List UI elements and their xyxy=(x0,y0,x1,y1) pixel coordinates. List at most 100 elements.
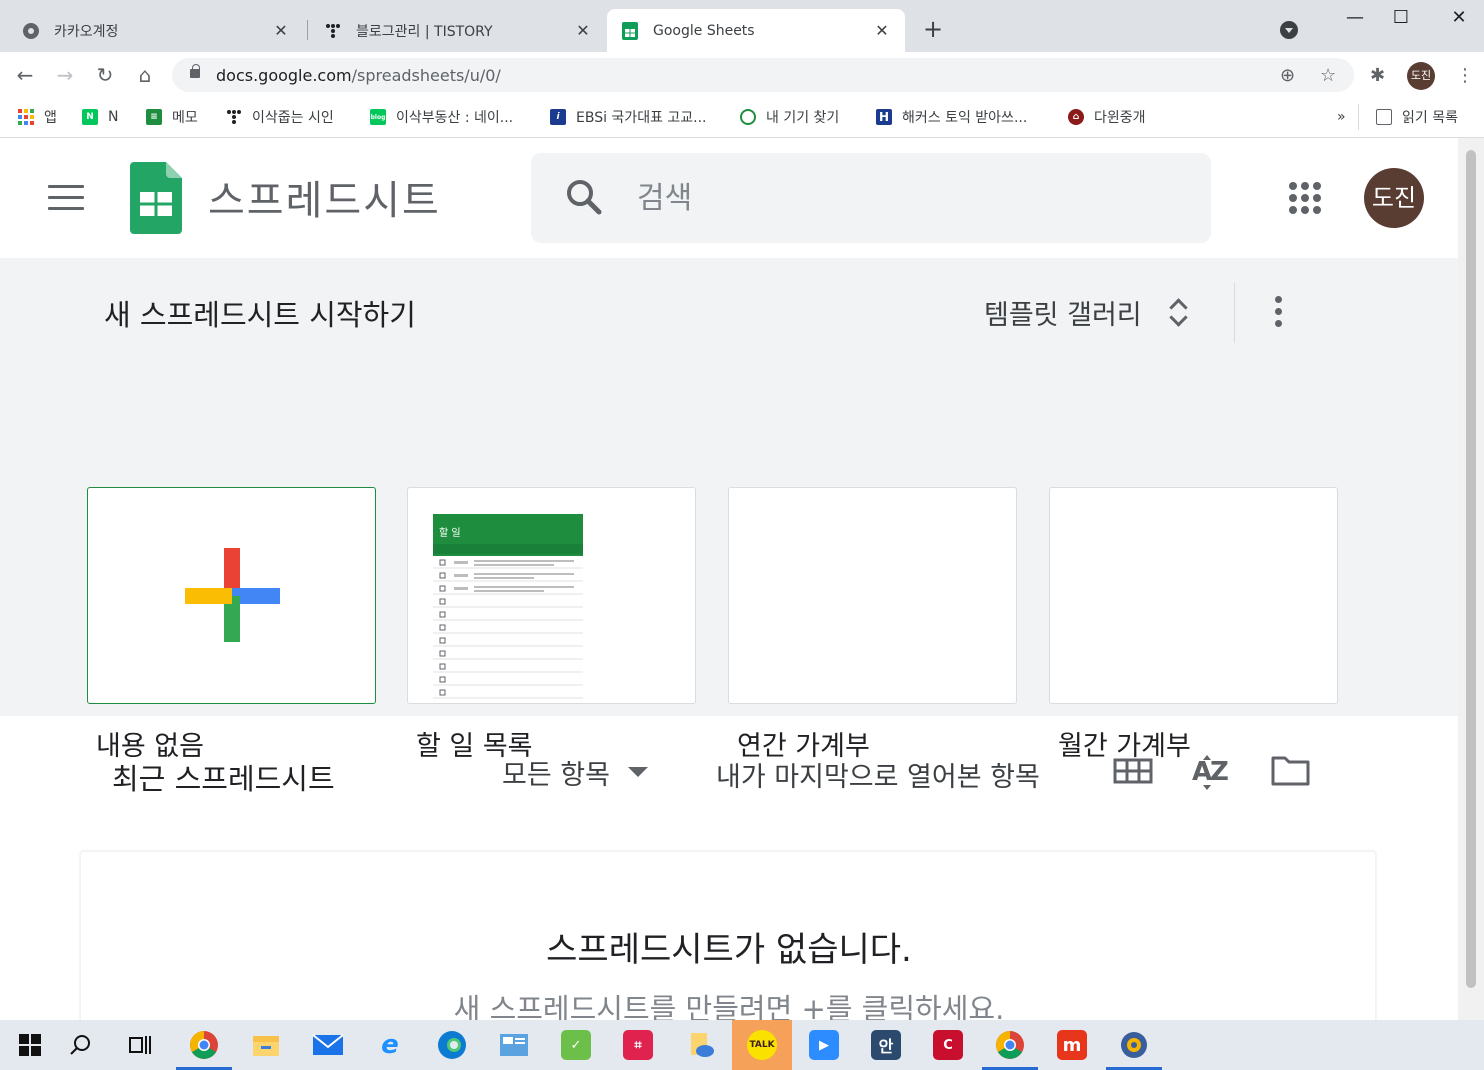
taskbar-hangul[interactable]: 안 xyxy=(856,1020,916,1070)
bookmark-darwin[interactable]: ⌂ 다윈중개 xyxy=(1068,106,1146,128)
taskbar-file-explorer[interactable] xyxy=(236,1020,296,1070)
zoom-icon: ▶ xyxy=(809,1030,839,1060)
back-button[interactable]: ← xyxy=(10,60,40,90)
taskbar-kakaotalk[interactable]: TALK xyxy=(732,1020,792,1070)
taskbar-search-button[interactable] xyxy=(50,1020,110,1070)
close-icon[interactable]: ✕ xyxy=(574,21,592,40)
taskbar-control-panel[interactable] xyxy=(484,1020,544,1070)
bookmark-apps[interactable]: 앱 xyxy=(18,106,57,128)
minimize-button[interactable]: — xyxy=(1332,4,1378,32)
bookmark-star-icon[interactable]: ☆ xyxy=(1320,65,1336,86)
bookmark-label: EBSi 국가대표 고교... xyxy=(576,110,707,126)
naver-icon: N xyxy=(82,109,98,125)
kakao-icon xyxy=(22,22,40,40)
taskbar-chrome-2[interactable] xyxy=(980,1020,1040,1070)
template-gallery-button[interactable]: 템플릿 갤러리 xyxy=(984,292,1188,332)
tab-kakao[interactable]: 카카오계정 ✕ xyxy=(8,9,304,52)
close-icon[interactable]: ✕ xyxy=(873,21,891,40)
more-options-icon[interactable] xyxy=(1272,296,1284,330)
forward-button[interactable]: → xyxy=(50,60,80,90)
zoom-icon[interactable]: ⊕ xyxy=(1280,65,1295,86)
taskbar-zoom[interactable]: ▶ xyxy=(794,1020,854,1070)
bookmark-label: N xyxy=(108,109,119,125)
bookmark-blog[interactable]: blog 이삭부동산 : 네이... xyxy=(370,106,513,128)
taskbar-green-app[interactable]: ✓ xyxy=(546,1020,606,1070)
main-menu-icon[interactable] xyxy=(48,185,84,211)
sheets-icon xyxy=(621,21,639,40)
bookmark-naver[interactable]: N N xyxy=(82,106,118,128)
lock-icon xyxy=(190,64,200,78)
crop-tool-icon: ⌗ xyxy=(623,1030,653,1060)
taskbar-edge[interactable] xyxy=(422,1020,482,1070)
template-todo-list[interactable]: 할 일 xyxy=(407,487,696,704)
darwin-icon: ⌂ xyxy=(1068,109,1084,125)
tab-tistory[interactable]: 블로그관리 | TISTORY ✕ xyxy=(310,9,606,52)
extensions-icon[interactable]: ✱ xyxy=(1370,65,1385,86)
red-app-icon: C xyxy=(933,1030,963,1060)
browser-menu-icon[interactable]: ⋮ xyxy=(1456,65,1474,86)
bookmark-hackers[interactable]: H 해커스 토익 받아쓰... xyxy=(876,106,1027,128)
search-input[interactable] xyxy=(637,153,1177,243)
account-avatar[interactable]: 도진 xyxy=(1364,168,1424,228)
maximize-button[interactable]: ☐ xyxy=(1378,4,1424,32)
search-icon[interactable] xyxy=(565,178,605,218)
bookmark-label: 이삭줍는 시인 xyxy=(252,110,334,126)
tab-title: Google Sheets xyxy=(653,22,755,39)
new-tab-button[interactable]: + xyxy=(918,15,948,45)
taskbar-internet-explorer[interactable]: e xyxy=(360,1020,420,1070)
bookmarks-divider xyxy=(1358,104,1359,130)
bookmark-find-device[interactable]: 내 기기 찾기 xyxy=(740,106,839,128)
sort-order-button[interactable]: 내가 마지막으로 열어본 항목 xyxy=(716,755,1040,794)
owner-filter-dropdown[interactable]: 모든 항목 xyxy=(502,752,648,792)
bookmark-memo[interactable]: ≡ 메모 xyxy=(146,106,198,128)
bookmark-label: 해커스 토익 받아쓰... xyxy=(902,110,1028,126)
bookmark-label: 앱 xyxy=(44,110,57,126)
reading-list-icon xyxy=(1376,109,1392,125)
search-box[interactable] xyxy=(531,153,1211,243)
tab-search-icon[interactable] xyxy=(1280,21,1298,39)
profile-avatar[interactable]: 도진 xyxy=(1407,62,1435,90)
grid-view-icon[interactable] xyxy=(1112,752,1154,788)
dropdown-arrow-icon xyxy=(627,767,648,777)
taskbar-crop-tool[interactable]: ⌗ xyxy=(608,1020,668,1070)
taskbar-mail[interactable] xyxy=(298,1020,358,1070)
reload-button[interactable]: ↻ xyxy=(90,60,120,90)
folder-cloud-icon xyxy=(691,1033,714,1057)
tistory-icon xyxy=(324,22,342,40)
sort-az-icon[interactable]: A Z xyxy=(1192,752,1232,792)
blog-icon: blog xyxy=(370,109,386,125)
home-button[interactable]: ⌂ xyxy=(130,60,160,90)
close-window-button[interactable]: ✕ xyxy=(1436,4,1482,32)
start-icon xyxy=(19,1034,41,1056)
reading-list-label: 읽기 목록 xyxy=(1402,110,1458,126)
close-icon[interactable]: ✕ xyxy=(272,21,290,40)
address-bar[interactable]: docs.google.com/spreadsheets/u/0/ ⊕ ☆ xyxy=(172,58,1354,92)
bookmark-tistory[interactable]: 이삭줍는 시인 xyxy=(226,106,334,128)
url-text: docs.google.com/spreadsheets/u/0/ xyxy=(216,66,501,85)
folder-icon[interactable] xyxy=(1270,752,1312,788)
template-blank[interactable] xyxy=(87,487,376,704)
bookmark-ebsi[interactable]: i EBSi 국가대표 고교... xyxy=(550,106,707,128)
page-scrollbar[interactable] xyxy=(1458,138,1484,1020)
sheets-logo-icon xyxy=(130,162,182,234)
bookmarks-overflow-button[interactable]: » xyxy=(1337,106,1346,128)
taskbar-red-app[interactable]: C xyxy=(918,1020,978,1070)
google-apps-icon[interactable] xyxy=(1289,182,1321,214)
task-view-button[interactable] xyxy=(110,1020,170,1070)
todo-thumb-header: 할 일 xyxy=(439,527,461,539)
taskbar-folder-cloud[interactable] xyxy=(670,1020,730,1070)
tistory-icon xyxy=(226,109,242,125)
tab-google-sheets[interactable]: Google Sheets ✕ xyxy=(607,9,905,52)
taskbar-m-app[interactable]: m xyxy=(1042,1020,1102,1070)
taskbar-media-app[interactable] xyxy=(1104,1020,1164,1070)
edge-icon xyxy=(438,1031,466,1059)
memo-icon: ≡ xyxy=(146,109,162,125)
chrome-icon-2 xyxy=(996,1031,1024,1059)
template-monthly-budget[interactable] xyxy=(1049,487,1338,704)
m-app-icon: m xyxy=(1057,1030,1087,1060)
scrollbar-thumb[interactable] xyxy=(1466,150,1476,988)
empty-state: 스프레드시트가 없습니다. 새 스프레드시트를 만들려면 +를 클릭하세요. xyxy=(80,851,1376,1020)
reading-list-button[interactable]: 읽기 목록 xyxy=(1376,106,1458,128)
taskbar-chrome[interactable] xyxy=(174,1020,234,1070)
template-annual-budget[interactable] xyxy=(728,487,1017,704)
